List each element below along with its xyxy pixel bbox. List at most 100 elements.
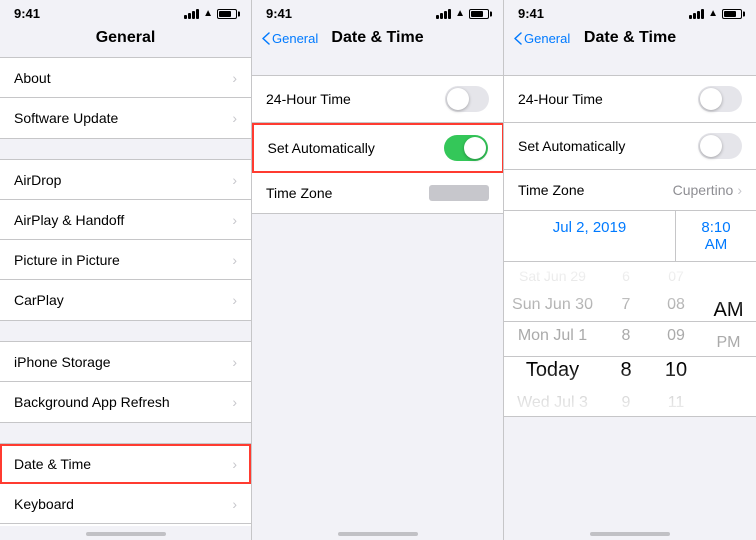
date-header-right[interactable]: 8:10 AM [676, 211, 756, 261]
item-timezone[interactable]: Time Zone [252, 173, 503, 213]
item-set-auto[interactable]: Set Automatically [252, 123, 503, 173]
picker-date-1: Sun Jun 30 [504, 290, 601, 321]
back-label-2: General [272, 31, 318, 46]
home-indicator-3 [504, 526, 756, 540]
picker-hour-col[interactable]: 6 7 8 8 9 10 11 [601, 262, 651, 416]
battery-icon-2 [469, 9, 489, 19]
wifi-icon-1: ▲ [203, 8, 213, 19]
item-airdrop[interactable]: AirDrop › [0, 160, 251, 200]
signal-icon-1 [184, 9, 199, 19]
picker-min-0: 07 [651, 262, 701, 290]
p3-item-timezone[interactable]: Time Zone Cupertino › [504, 170, 756, 210]
item-airdrop-label: AirDrop [14, 172, 61, 188]
signal-icon-3 [689, 9, 704, 19]
nav-title-1: General [96, 29, 156, 47]
status-bar-2: 9:41 ▲ [252, 0, 503, 25]
item-picture[interactable]: Picture in Picture › [0, 240, 251, 280]
picker-date-col[interactable]: Sat Jun 29 Sun Jun 30 Mon Jul 1 Today We… [504, 262, 601, 416]
panel-date-time-auto: 9:41 ▲ General Date & Time [252, 0, 504, 540]
p3-item-set-auto[interactable]: Set Automatically [504, 123, 756, 170]
chevron-picture: › [232, 252, 237, 268]
signal-icon-2 [436, 9, 451, 19]
toggle-set-auto[interactable] [444, 135, 488, 161]
item-carplay-label: CarPlay [14, 292, 64, 308]
nav-title-3: Date & Time [584, 29, 676, 47]
item-airplay[interactable]: AirPlay & Handoff › [0, 200, 251, 240]
picker-ampm-1 [701, 272, 756, 282]
group-gap-2 [252, 55, 503, 75]
panel-general: 9:41 ▲ General About › [0, 0, 252, 540]
picker-ampm-3: AM [701, 292, 756, 328]
settings-list: About › Software Update › AirDrop › AirP… [0, 55, 251, 526]
picker-min-col[interactable]: 07 08 09 10 11 12 13 [651, 262, 701, 416]
picker-date-4: Wed Jul 3 [504, 388, 601, 416]
item-iphone-storage[interactable]: iPhone Storage › [0, 342, 251, 382]
picker-ampm-6 [701, 369, 756, 379]
item-about-label: About [14, 70, 51, 86]
item-bg-refresh[interactable]: Background App Refresh › [0, 382, 251, 422]
chevron-left-icon-3 [514, 32, 522, 45]
picker-ampm-4: PM [701, 328, 756, 359]
item-picture-label: Picture in Picture [14, 252, 120, 268]
item-carplay[interactable]: CarPlay › [0, 280, 251, 320]
picker-hour-1: 7 [601, 290, 651, 321]
label-set-auto: Set Automatically [268, 140, 375, 156]
item-keyboard-label: Keyboard [14, 496, 74, 512]
item-about[interactable]: About › [0, 58, 251, 98]
back-button-3[interactable]: General [514, 31, 570, 46]
p3-item-24hour[interactable]: 24-Hour Time [504, 76, 756, 123]
chevron-keyboard: › [232, 496, 237, 512]
picker-min-3: 10 [651, 352, 701, 388]
picker-ampm-2 [701, 282, 756, 292]
item-airplay-label: AirPlay & Handoff [14, 212, 124, 228]
date-header-left[interactable]: Jul 2, 2019 [504, 211, 676, 261]
nav-title-2: Date & Time [331, 29, 423, 47]
picker-hour-2: 8 [601, 321, 651, 352]
item-storage-label: iPhone Storage [14, 354, 111, 370]
home-indicator-1 [0, 526, 251, 540]
section-1: About › Software Update › [0, 57, 251, 139]
chevron-about: › [232, 70, 237, 86]
picker-hour-0: 6 [601, 262, 651, 290]
chevron-software: › [232, 110, 237, 126]
status-time-1: 9:41 [14, 6, 40, 21]
p3-label-set-auto: Set Automatically [518, 138, 625, 154]
chevron-carplay: › [232, 292, 237, 308]
datetime-group: 24-Hour Time Set Automatically Time Zone [252, 75, 503, 214]
nav-bar-1: General [0, 25, 251, 55]
status-bar-3: 9:41 ▲ [504, 0, 756, 25]
picker-min-4: 11 [651, 388, 701, 416]
chevron-datetime: › [232, 456, 237, 472]
item-keyboard[interactable]: Keyboard › [0, 484, 251, 524]
picker-ampm-0 [701, 262, 756, 272]
datetime-picker[interactable]: Sat Jun 29 Sun Jun 30 Mon Jul 1 Today We… [504, 262, 756, 417]
toggle-24hour[interactable] [445, 86, 489, 112]
p3-timezone-value: Cupertino [673, 182, 734, 198]
nav-bar-3: General Date & Time [504, 25, 756, 55]
p3-toggle-set-auto[interactable] [698, 133, 742, 159]
p3-label-24hour: 24-Hour Time [518, 91, 603, 107]
item-software-update[interactable]: Software Update › [0, 98, 251, 138]
picker-ampm-5 [701, 359, 756, 369]
panel3-group: 24-Hour Time Set Automatically Time Zone… [504, 75, 756, 211]
status-icons-2: ▲ [436, 8, 489, 19]
panel-date-time-picker: 9:41 ▲ General Date & Time [504, 0, 756, 540]
status-time-2: 9:41 [266, 6, 292, 21]
item-datetime-label: Date & Time [14, 456, 91, 472]
picker-min-1: 08 [651, 290, 701, 321]
back-label-3: General [524, 31, 570, 46]
status-time-3: 9:41 [518, 6, 544, 21]
item-software-right: › [232, 110, 237, 126]
battery-icon-3 [722, 9, 742, 19]
item-software-label: Software Update [14, 110, 118, 126]
item-date-time[interactable]: Date & Time › [0, 444, 251, 484]
timezone-placeholder [429, 185, 489, 201]
back-button-2[interactable]: General [262, 31, 318, 46]
picker-ampm-col[interactable]: AM PM [701, 262, 756, 416]
section-3: iPhone Storage › Background App Refresh … [0, 341, 251, 423]
p3-toggle-24hour[interactable] [698, 86, 742, 112]
item-24hour[interactable]: 24-Hour Time [252, 76, 503, 123]
chevron-bg: › [232, 394, 237, 410]
picker-min-2: 09 [651, 321, 701, 352]
picker-hour-4: 9 [601, 388, 651, 416]
